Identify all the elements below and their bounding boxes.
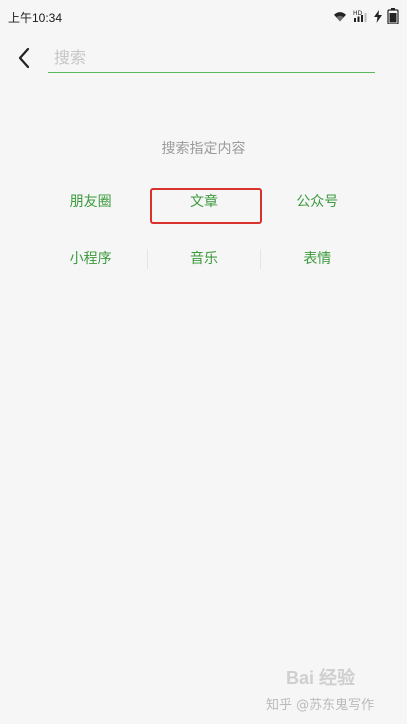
scope-music[interactable]: 音乐 [147,240,260,276]
back-arrow-icon [18,47,30,69]
search-scope-row-2: 小程序 音乐 表情 [34,240,374,276]
charging-icon [374,9,382,23]
signal-hd-icon: HD [353,9,369,23]
back-button[interactable] [10,44,38,72]
battery-icon [387,8,399,24]
scope-official-accounts[interactable]: 公众号 [261,183,374,219]
wifi-icon [332,10,348,22]
watermark-logo: Bai 经验 [286,668,356,688]
scope-mini-programs[interactable]: 小程序 [34,240,147,276]
status-bar: 上午10:34 HD [0,0,407,34]
watermark: Bai 经验 知乎 @苏东鬼写作 [260,660,407,724]
search-input[interactable] [48,42,375,73]
scope-moments[interactable]: 朋友圈 [34,183,147,219]
highlight-annotation-box [150,188,262,224]
status-icons: HD [332,8,399,24]
status-time: 上午10:34 [8,11,63,25]
watermark-attribution: 知乎 @苏东鬼写作 [266,698,375,713]
search-bar [0,34,407,84]
search-scope-title: 搜索指定内容 [161,141,246,157]
scope-stickers[interactable]: 表情 [261,240,374,276]
